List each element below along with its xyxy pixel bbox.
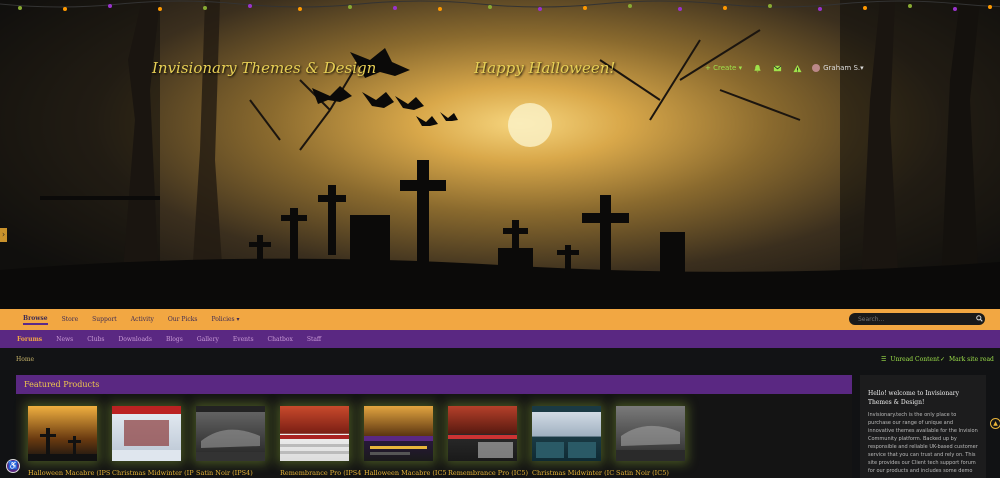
mark-read-label: Mark site read <box>949 356 994 363</box>
unread-label: Unread Content <box>890 356 940 363</box>
mark-site-read-link[interactable]: ✓ Mark site read <box>940 356 994 363</box>
create-menu[interactable]: + Create ▾ <box>705 64 742 72</box>
tab-downloads[interactable]: Downloads <box>119 336 152 343</box>
tab-gallery[interactable]: Gallery <box>197 336 219 343</box>
product-thumbnail[interactable] <box>616 406 685 461</box>
featured-products: Featured Products Halloween Macabre (IPS… <box>16 375 852 478</box>
search-box <box>849 313 985 325</box>
product-thumbnail[interactable] <box>196 406 265 461</box>
avatar <box>812 64 821 72</box>
product-name[interactable]: Halloween Macabre (IC5) <box>364 469 446 477</box>
search-input[interactable] <box>856 314 970 324</box>
scroll-up-icon[interactable]: ▲ <box>990 418 1000 429</box>
nav-store[interactable]: Store <box>62 316 79 323</box>
tab-blogs[interactable]: Blogs <box>166 336 183 343</box>
tab-chatbox[interactable]: Chatbox <box>268 336 293 343</box>
envelope-icon[interactable] <box>772 63 782 73</box>
bell-icon[interactable] <box>752 63 762 73</box>
nav-policies[interactable]: Policies ▾ <box>211 316 239 323</box>
accessibility-icon[interactable]: ♿ <box>6 459 20 473</box>
plus-icon: + <box>705 64 714 72</box>
sidebar-toggle-tab[interactable]: › <box>0 228 7 242</box>
user-name: Graham S. <box>823 64 861 72</box>
tab-clubs[interactable]: Clubs <box>87 336 104 343</box>
product-name[interactable]: Satin Noir (IC5) <box>616 469 698 477</box>
product-thumbnail[interactable] <box>448 406 517 461</box>
product-card[interactable]: Halloween Macabre (IC5) <box>364 406 446 477</box>
product-thumbnail[interactable] <box>280 406 349 461</box>
secondary-nav: Forums News Clubs Downloads Blogs Galler… <box>0 330 1000 348</box>
tab-forums[interactable]: Forums <box>17 336 42 343</box>
product-thumbnail[interactable] <box>112 406 181 461</box>
product-name[interactable]: Halloween Macabre (IPS4) <box>28 469 110 477</box>
create-label: Create <box>713 64 737 72</box>
product-list: Halloween Macabre (IPS4) Christmas Midwi… <box>28 406 685 477</box>
product-thumbnail[interactable] <box>28 406 97 461</box>
nav-our-picks[interactable]: Our Picks <box>168 316 198 323</box>
nav-support[interactable]: Support <box>92 316 117 323</box>
tab-staff[interactable]: Staff <box>307 336 321 343</box>
nav-browse[interactable]: Browse <box>23 315 48 325</box>
product-card[interactable]: Remembrance Pro (IPS4) <box>280 406 362 477</box>
product-name[interactable]: Satin Noir (IPS4) <box>196 469 278 477</box>
product-card[interactable]: Satin Noir (IPS4) <box>196 406 265 477</box>
warning-icon[interactable] <box>792 63 802 73</box>
graveyard-scene <box>0 0 1000 309</box>
check-icon: ✓ <box>940 356 946 363</box>
welcome-widget: Hello! welcome to Invisionary Themes & D… <box>860 375 986 478</box>
breadcrumb-home[interactable]: Home <box>16 356 34 363</box>
search-icon[interactable] <box>976 314 983 324</box>
unread-content-link[interactable]: ☰ Unread Content <box>881 356 939 363</box>
chevron-down-icon: ▾ <box>736 64 743 72</box>
tab-events[interactable]: Events <box>233 336 254 343</box>
product-card[interactable]: Halloween Macabre (IPS4) <box>28 406 110 477</box>
hero-banner: Invisionary Themes & Design Happy Hallow… <box>0 0 1000 309</box>
product-thumbnail[interactable] <box>532 406 601 461</box>
product-name[interactable]: Christmas Midwinter (IC5) <box>532 469 614 477</box>
chevron-down-icon: ▾ <box>860 64 864 72</box>
nav-activity[interactable]: Activity <box>131 316 154 323</box>
user-bar: + Create ▾ Graham S. ▾ <box>705 63 864 73</box>
product-card[interactable]: Remembrance Pro (IC5) <box>448 406 528 477</box>
product-card[interactable]: Christmas Midwinter (IC5) <box>532 406 614 477</box>
featured-title: Featured Products <box>16 375 852 394</box>
tab-news[interactable]: News <box>56 336 73 343</box>
halloween-greeting: Happy Halloween! <box>474 59 616 77</box>
user-menu[interactable]: Graham S. ▾ <box>812 64 864 72</box>
product-name[interactable]: Remembrance Pro (IPS4) <box>280 469 362 477</box>
site-brand[interactable]: Invisionary Themes & Design <box>152 59 376 77</box>
product-card[interactable]: Satin Noir (IC5) <box>616 406 685 477</box>
welcome-text: Invisionary.tech is the only place to pu… <box>868 412 978 474</box>
welcome-title: Hello! welcome to Invisionary Themes & D… <box>868 390 960 406</box>
breadcrumb-bar <box>0 348 1000 370</box>
product-thumbnail[interactable] <box>364 406 433 461</box>
product-name[interactable]: Christmas Midwinter (IPS4) <box>112 469 194 477</box>
product-name[interactable]: Remembrance Pro (IC5) <box>448 469 530 477</box>
list-icon: ☰ <box>881 356 887 363</box>
product-card[interactable]: Christmas Midwinter (IPS4) <box>112 406 194 477</box>
string-lights <box>0 0 1000 11</box>
